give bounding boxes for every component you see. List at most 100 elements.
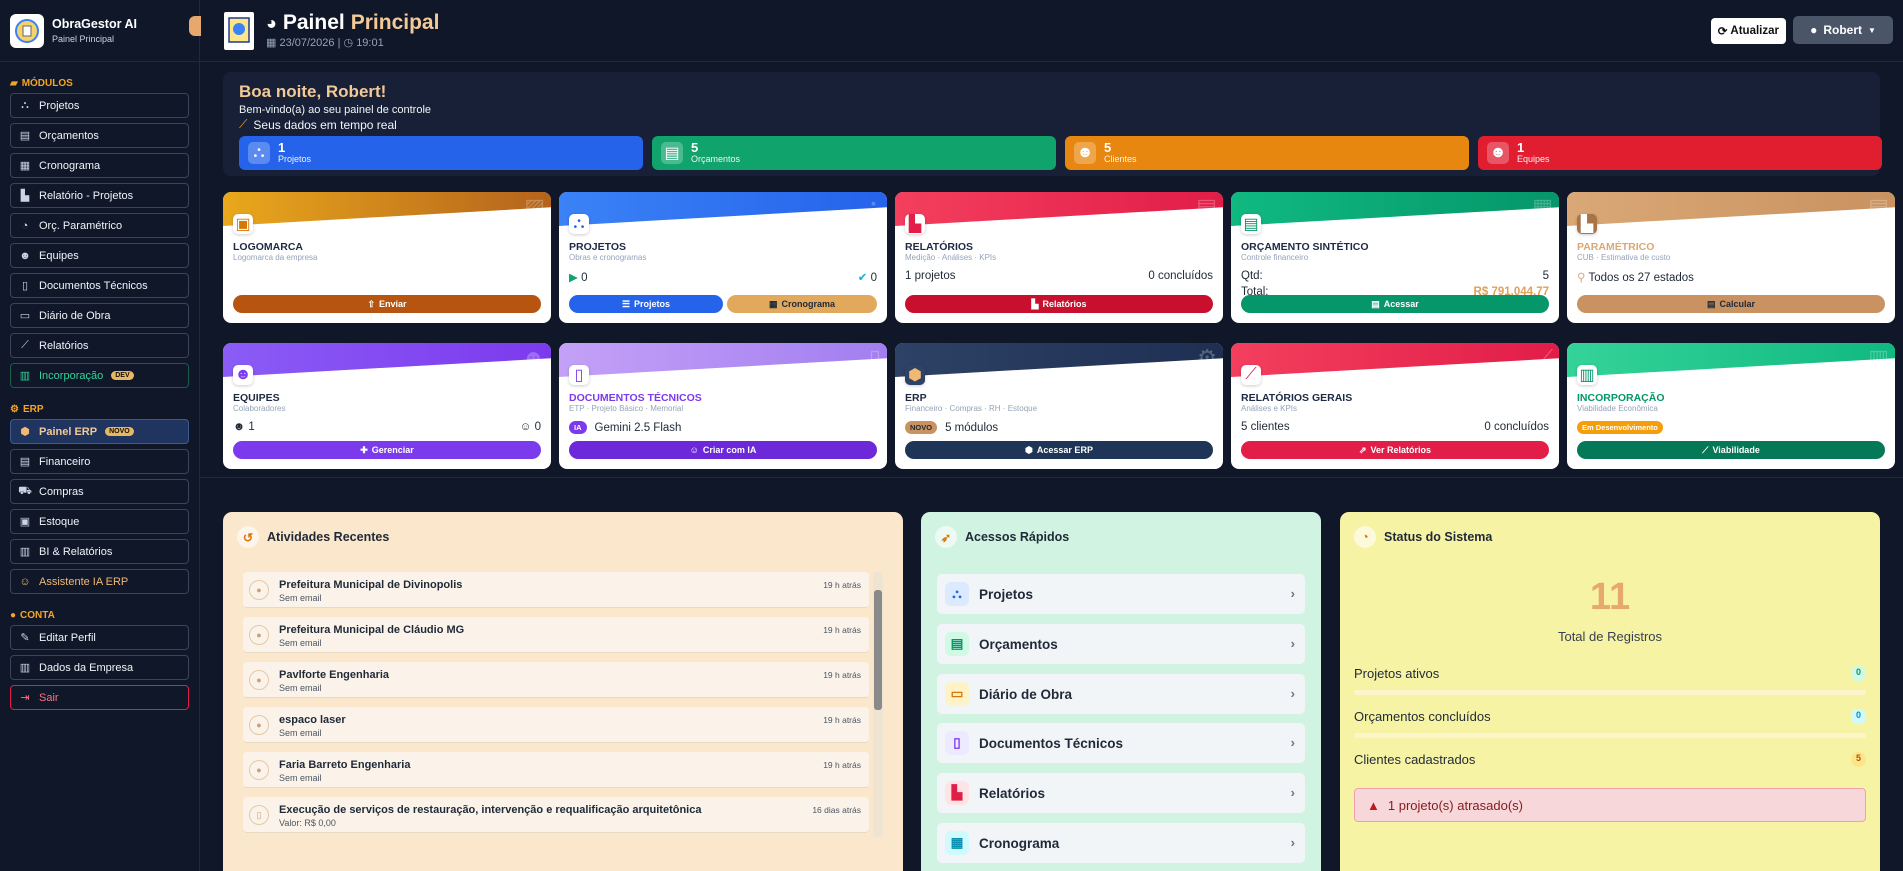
brand-title: ObraGestor AI	[52, 17, 137, 31]
robot-icon: ☺	[689, 445, 699, 455]
chart-icon: ▙	[1577, 214, 1597, 234]
cronograma-button[interactable]: ▦ Cronograma	[727, 295, 877, 313]
gerenciar-button[interactable]: ✚ Gerenciar	[233, 441, 541, 459]
sidebar-item-incorporacao[interactable]: ▥ Incorporação DEV	[10, 363, 189, 388]
clock-icon: ◷	[343, 37, 354, 49]
card-orcamento-sintetico: ▦ ▤ ORÇAMENTO SINTÉTICO Controle financei…	[1231, 192, 1559, 323]
stat-projetos[interactable]: ⛬ 1 Projetos	[239, 136, 643, 170]
chevron-right-icon: ›	[1290, 785, 1295, 800]
ia-badge: IA	[569, 421, 587, 434]
card-incorporacao: ▥ ▥ INCORPORAÇÃO Viabilidade Econômica Em…	[1567, 343, 1895, 469]
em-desenvolvimento-badge: Em Desenvolvimento	[1577, 421, 1663, 434]
sidebar-item-cronograma[interactable]: ▦ Cronograma	[10, 153, 189, 178]
quick-link-projetos[interactable]: ⛬ Projetos ›	[937, 574, 1305, 614]
building-icon: ▥	[19, 662, 31, 674]
scrollbar-thumb[interactable]	[874, 590, 882, 710]
sidebar-item-dados-empresa[interactable]: ▥ Dados da Empresa	[10, 655, 189, 680]
sidebar-item-assistente[interactable]: ☺ Assistente IA ERP	[10, 569, 189, 594]
quick-link-diario[interactable]: ▭ Diário de Obra ›	[937, 674, 1305, 714]
total-records-label: Total de Registros	[1557, 629, 1663, 644]
chevron-right-icon: ›	[1290, 686, 1295, 701]
brand-subtitle: Painel Principal	[52, 34, 115, 44]
list-item[interactable]: ● espaco laser Sem email 19 h atrás	[243, 707, 869, 743]
check-circle-icon: ✔	[857, 272, 868, 284]
acessar-button[interactable]: ▤ Acessar	[1241, 295, 1549, 313]
project-diagram-icon: ⛬	[248, 142, 270, 164]
chart-icon: ▙	[20, 190, 30, 202]
image-icon: ▣	[233, 214, 253, 234]
list-item[interactable]: ● Prefeitura Municipal de Divinopolis Sem …	[243, 572, 869, 608]
projetos-button[interactable]: ☰ Projetos	[569, 295, 723, 313]
ver-relatorios-button[interactable]: ⇗ Ver Relatórios	[1241, 441, 1549, 459]
sidebar-item-orcamentos[interactable]: ▤ Orçamentos	[10, 123, 189, 148]
card-equipes: ☻ ☻ EQUIPES Colaboradores ☻ 1 ☺ 0 ✚ Gerenci…	[223, 343, 551, 469]
chart-icon: ▙	[945, 781, 969, 805]
card-parametrico: ▤ ▙ PARAMÉTRICO CUB · Estimativa de custo…	[1567, 192, 1895, 323]
quick-link-relatorios[interactable]: ▙ Relatórios ›	[937, 773, 1305, 813]
sidebar-item-sair[interactable]: ⇥ Sair	[10, 685, 189, 710]
rocket-icon: ➶	[935, 526, 957, 548]
sidebar-item-estoque[interactable]: ▣ Estoque	[10, 509, 189, 534]
user-menu-button[interactable]: ● Robert ▼	[1793, 16, 1893, 44]
building-icon: ▥	[1577, 365, 1597, 385]
user-edit-icon: ✎	[20, 632, 30, 644]
stat-row: Projetos ativos 0	[1354, 666, 1866, 681]
refresh-button[interactable]: ⟳ Atualizar	[1710, 18, 1786, 44]
stat-orcamentos[interactable]: ▤ 5 Orçamentos	[652, 136, 1056, 170]
criar-com-ia-button[interactable]: ☺ Criar com IA	[569, 441, 877, 459]
project-diagram-icon: ⛬	[865, 194, 881, 219]
users-icon: ☻	[233, 421, 246, 433]
section-erp: ⚙ ERP	[10, 404, 44, 415]
calendar-icon: ▦	[945, 831, 969, 855]
acessar-erp-button[interactable]: ⬢ Acessar ERP	[905, 441, 1213, 459]
document-icon: ▯	[868, 345, 881, 370]
page-title: ◕ Painel Principal	[266, 11, 440, 34]
stat-equipes[interactable]: ☻ 1 Equipes	[1478, 136, 1882, 170]
user-check-icon: ☺	[519, 421, 532, 433]
dashboard-gauge-icon: ◕	[266, 12, 277, 33]
quick-link-orcamentos[interactable]: ▤ Orçamentos ›	[937, 624, 1305, 664]
novo-badge: NOVO	[905, 421, 938, 434]
welcome-banner: Boa noite, Robert! Bem-vindo(a) ao seu p…	[223, 72, 1882, 176]
sidebar-item-editar-perfil[interactable]: ✎ Editar Perfil	[10, 625, 189, 650]
sidebar-item-diario[interactable]: ▭ Diário de Obra	[10, 303, 189, 328]
user-icon: ●	[249, 760, 269, 780]
sidebar-item-relatorios[interactable]: ⟋ Relatórios	[10, 333, 189, 358]
sidebar-item-documentos[interactable]: ▯ Documentos Técnicos	[10, 273, 189, 298]
relatorios-button[interactable]: ▙ Relatórios	[905, 295, 1213, 313]
sidebar-item-painel-erp[interactable]: ⬢ Painel ERP NOVO	[10, 419, 189, 444]
user-plus-icon: ✚	[360, 444, 368, 455]
warning-icon: ▲	[1367, 797, 1380, 813]
quick-link-cronograma[interactable]: ▦ Cronograma ›	[937, 823, 1305, 863]
card-projetos: ⛬ ⛬ PROJETOS Obras e cronogramas ▶ 0 ✔ 0 ☰…	[559, 192, 887, 323]
calcular-button[interactable]: ▤ Calcular	[1577, 295, 1885, 313]
quick-access-header: ➶ Acessos Rápidos	[935, 526, 1069, 548]
building-icon: ▥	[19, 370, 31, 382]
cubes-icon: ⬢	[20, 426, 30, 438]
sidebar-item-financeiro[interactable]: ▤ Financeiro	[10, 449, 189, 474]
sidebar-item-equipes[interactable]: ☻ Equipes	[10, 243, 189, 268]
quick-access-panel: ➶ Acessos Rápidos ⛬ Projetos › ▤ Orçamentos ›…	[921, 512, 1321, 871]
stat-clientes[interactable]: ☻ 5 Clientes	[1065, 136, 1469, 170]
viabilidade-button[interactable]: ⟋ Viabilidade	[1577, 441, 1885, 459]
activities-header: ↺ Atividades Recentes	[237, 526, 389, 548]
sidebar-item-orc-parametrico[interactable]: ◔ Orç. Paramétrico	[10, 213, 189, 238]
sidebar-item-projetos[interactable]: ⛬ Projetos	[10, 93, 189, 118]
project-diagram-icon: ⛬	[569, 214, 589, 234]
stat-row: Clientes cadastrados 5	[1354, 752, 1866, 767]
list-item[interactable]: ● Pavlforte Engenharia Sem email 19 h atrás	[243, 662, 869, 698]
sidebar-item-compras[interactable]: ⛟ Compras	[10, 479, 189, 504]
quick-link-documentos[interactable]: ▯ Documentos Técnicos ›	[937, 723, 1305, 763]
section-modules: ▰ MÓDULOS	[10, 78, 73, 89]
sidebar-item-bi[interactable]: ▥ BI & Relatórios	[10, 539, 189, 564]
list-item[interactable]: ▯ Execução de serviços de restauração, in…	[243, 797, 869, 833]
progress-bar	[1354, 733, 1866, 738]
activities-panel: ↺ Atividades Recentes ● Prefeitura Municip…	[223, 512, 903, 871]
list-item[interactable]: ● Prefeitura Municipal de Cláudio MG Sem e…	[243, 617, 869, 653]
user-icon: ●	[249, 670, 269, 690]
sidebar-item-relatorio-projetos[interactable]: ▙ Relatório - Projetos	[10, 183, 189, 208]
enviar-button[interactable]: ⇧ Enviar	[233, 295, 541, 313]
list-item[interactable]: ● Faria Barreto Engenharia Sem email 19 h a…	[243, 752, 869, 788]
history-icon: ↺	[237, 526, 259, 548]
chevron-right-icon: ›	[1290, 636, 1295, 651]
